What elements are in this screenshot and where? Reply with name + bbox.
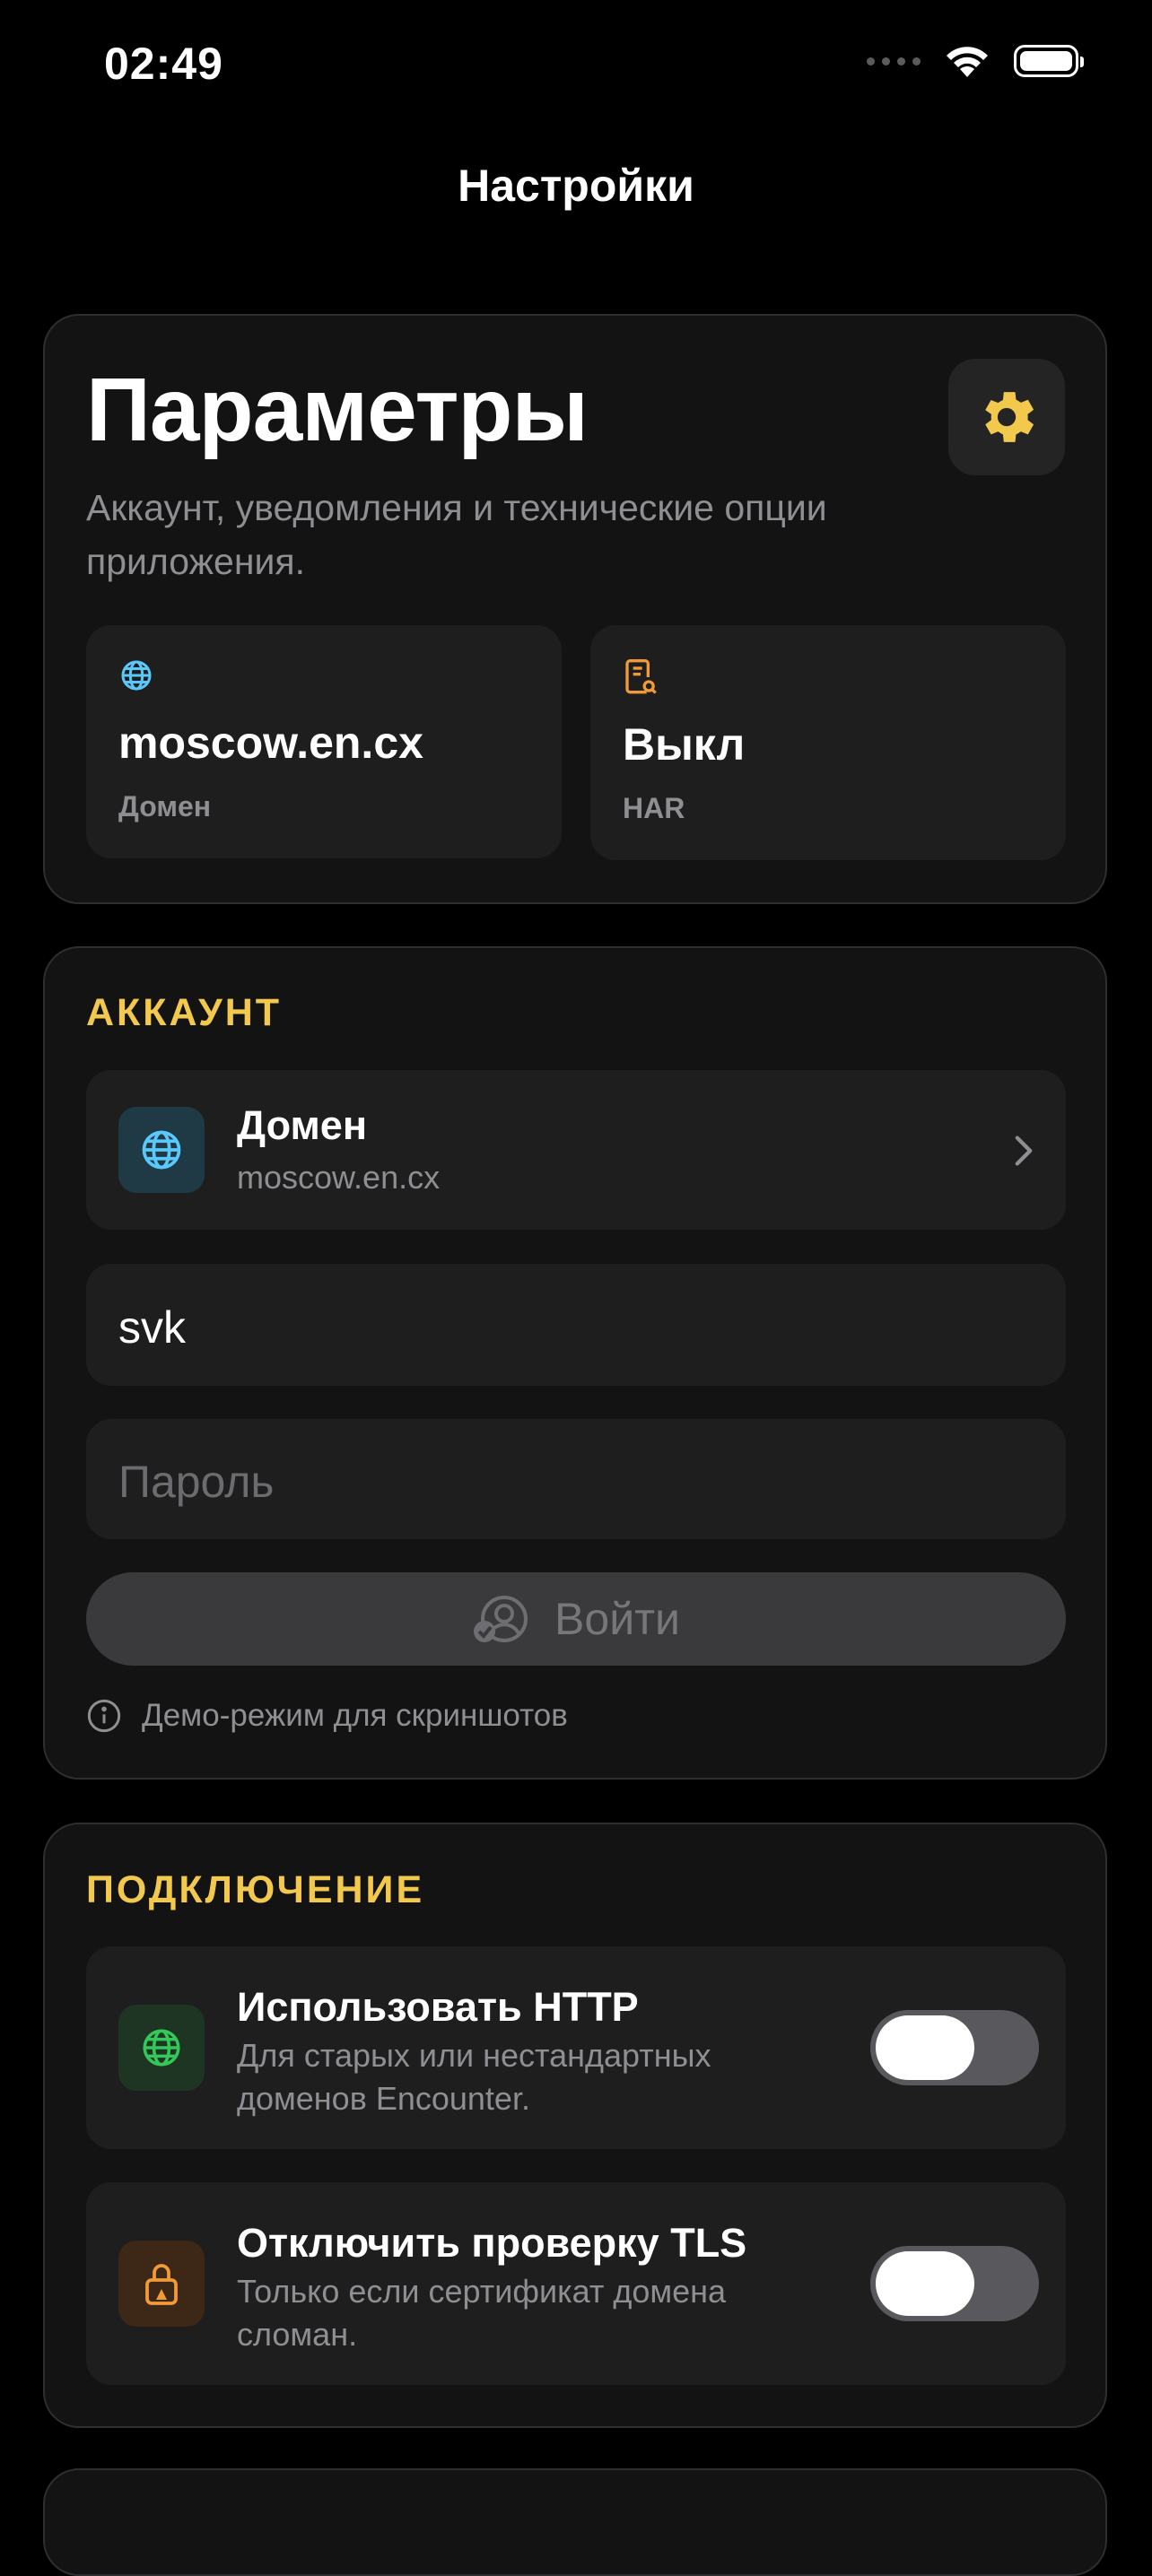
wifi-icon <box>947 47 988 77</box>
tls-row: Отключить проверку TLS Только если серти… <box>86 2182 1066 2385</box>
password-placeholder: Пароль <box>118 1457 275 1507</box>
globe-icon <box>121 660 152 691</box>
battery-icon <box>1014 45 1084 77</box>
network-globe-icon <box>143 2029 180 2067</box>
http-icon-box <box>118 2005 205 2091</box>
tls-icon-box <box>118 2241 205 2327</box>
chevron-right-icon <box>1015 1136 1033 1166</box>
login-input-value: svk <box>118 1302 186 1353</box>
stat-value: moscow.en.cx <box>118 718 423 768</box>
password-input[interactable]: Пароль <box>86 1419 1066 1539</box>
http-row: Использовать HTTP Для старых или нестанд… <box>86 1946 1066 2149</box>
globe-icon <box>142 1130 181 1170</box>
stat-label: HAR <box>623 792 685 824</box>
http-row-title: Использовать HTTP <box>237 1984 639 2030</box>
stat-label: Домен <box>118 790 212 822</box>
stat-value: Выкл <box>623 719 746 770</box>
http-toggle[interactable] <box>870 2010 1039 2085</box>
demo-hint: Демо-режим для скриншотов <box>86 1698 568 1734</box>
login-button[interactable]: Войти <box>86 1572 1066 1666</box>
login-button-label: Войти <box>554 1594 680 1644</box>
status-time: 02:49 <box>104 39 223 89</box>
section-title-account: АККАУНТ <box>86 991 283 1034</box>
status-indicators <box>867 43 1084 79</box>
domain-row-value: moscow.en.cx <box>237 1159 441 1196</box>
http-row-subtitle: Для старых или нестандартных доменов Enc… <box>237 2037 711 2117</box>
settings-button[interactable] <box>948 359 1065 475</box>
stat-tile-domain: moscow.en.cx Домен <box>86 625 562 858</box>
hero-title: Параметры <box>86 360 589 460</box>
hero-subtitle: Аккаунт, уведомления и технические опции… <box>86 487 827 582</box>
demo-hint-text: Демо-режим для скриншотов <box>142 1698 568 1733</box>
login-input[interactable]: svk <box>86 1264 1066 1386</box>
domain-row-title: Домен <box>237 1102 367 1148</box>
page-title: Настройки <box>458 161 694 211</box>
document-search-icon <box>625 659 657 694</box>
next-card <box>43 2468 1107 2576</box>
person-check-icon <box>474 1596 528 1642</box>
domain-icon-box <box>118 1107 205 1193</box>
tls-row-title: Отключить проверку TLS <box>237 2220 747 2266</box>
domain-row[interactable]: Домен moscow.en.cx <box>86 1070 1066 1230</box>
info-icon <box>87 1699 121 1733</box>
cellular-signal-icon <box>867 57 921 65</box>
gear-icon <box>985 392 1034 442</box>
stat-tile-har: Выкл HAR <box>590 625 1066 860</box>
lock-warning-icon <box>145 2264 178 2305</box>
tls-toggle[interactable] <box>870 2246 1039 2321</box>
tls-row-subtitle: Только если сертификат домена сломан. <box>237 2273 727 2353</box>
section-title-connection: ПОДКЛЮЧЕНИЕ <box>86 1868 425 1911</box>
